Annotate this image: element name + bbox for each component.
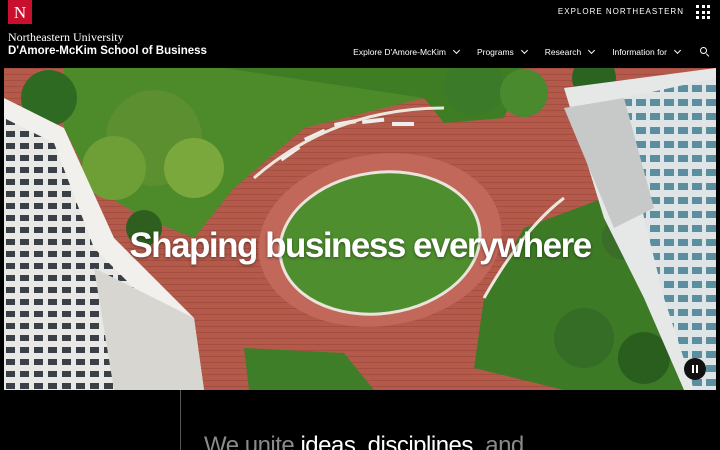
nav-item-label: Research [544,47,582,57]
chevron-down-icon [452,46,460,55]
northeastern-logo[interactable]: N [8,0,32,24]
main-nav: Explore D'Amore-McKim Programs Research … [335,46,710,58]
intro-statement: We unite ideas, disciplines, and [204,432,524,450]
school-name: D'Amore-McKim School of Business [8,45,207,57]
chevron-down-icon [588,46,596,55]
section-divider [180,390,181,450]
hero-title: Shaping business everywhere [129,226,592,265]
grid-menu-icon[interactable] [696,5,710,19]
chevron-down-icon [520,46,528,55]
explore-northeastern-link[interactable]: EXPLORE NORTHEASTERN [558,7,684,16]
chevron-down-icon [673,46,682,55]
university-name: Northeastern University [8,30,124,44]
utility-bar: N EXPLORE NORTHEASTERN [0,0,720,26]
hero-video: Shaping business everywhere [4,68,716,390]
nav-item-information-for[interactable]: Information for [612,46,682,57]
nav-item-explore[interactable]: Explore D'Amore-McKim [353,46,460,57]
intro-text-part: , and [472,432,524,450]
nav-item-research[interactable]: Research [544,46,596,57]
nav-item-label: Information for [612,47,667,57]
search-icon[interactable] [700,47,710,58]
logo-letter: N [13,2,27,22]
intro-highlight-disciplines: disciplines [367,432,474,450]
site-brand[interactable]: Northeastern University D'Amore-McKim Sc… [8,31,207,58]
intro-text-part: , [355,432,368,450]
intro-section: We unite ideas, disciplines, and [4,390,716,450]
intro-highlight-ideas: ideas [300,432,356,450]
pause-icon [691,365,700,373]
nav-item-label: Explore D'Amore-McKim [353,47,446,57]
pause-button[interactable] [684,358,706,380]
nav-item-programs[interactable]: Programs [476,46,528,57]
nav-item-label: Programs [476,47,514,57]
intro-text-part: We unite [204,432,301,450]
